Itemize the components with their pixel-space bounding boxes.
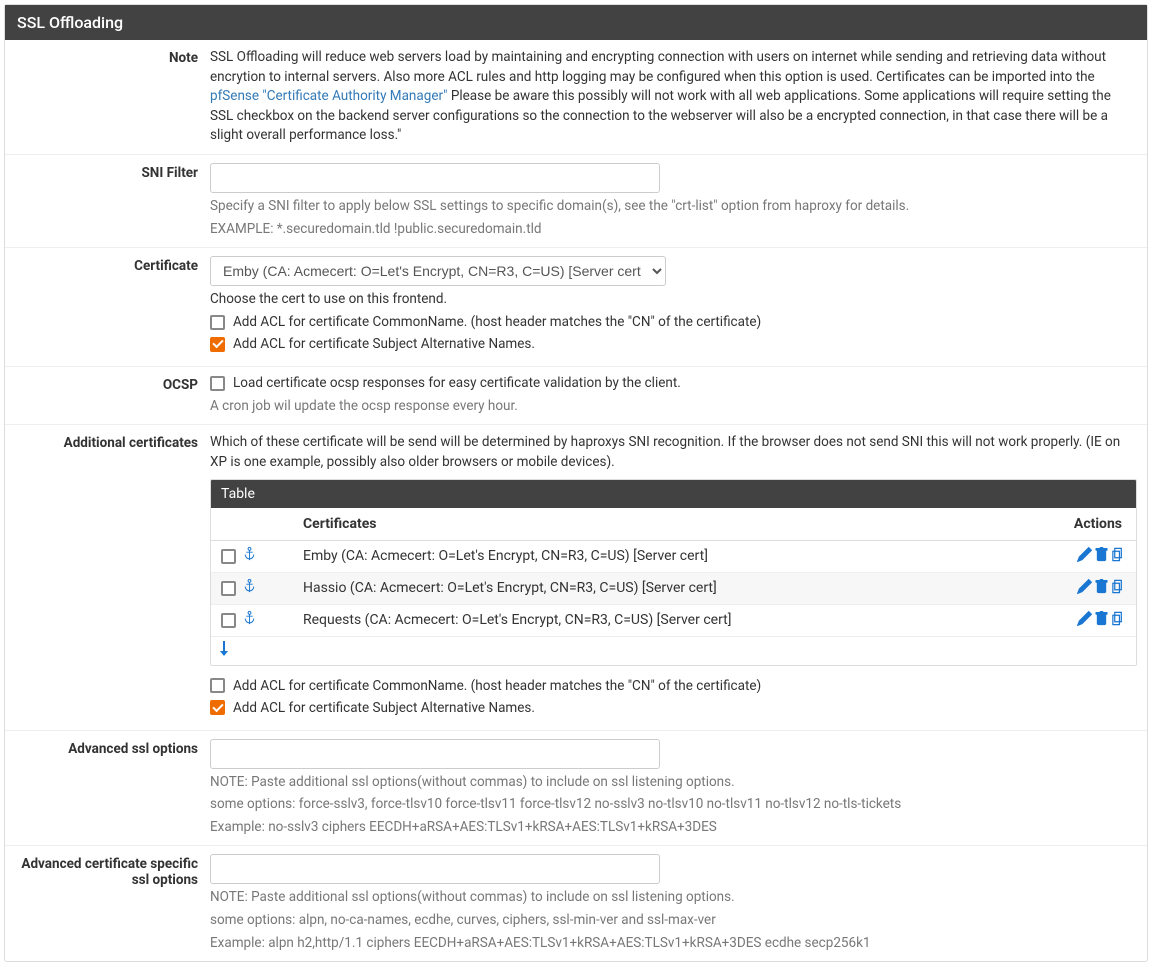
label-additional-certs: Additional certificates xyxy=(15,433,210,721)
addcerts-acl-cn-checkbox[interactable] xyxy=(210,678,225,693)
row-select-checkbox[interactable] xyxy=(221,613,236,628)
sni-help1: Specify a SNI filter to apply below SSL … xyxy=(210,197,1137,216)
addcerts-acl-cn-label: Add ACL for certificate CommonName. (hos… xyxy=(233,678,761,694)
adv-cert-ssl-input[interactable] xyxy=(210,854,660,884)
adv-ssl-help3: Example: no-sslv3 ciphers EECDH+aRSA+AES… xyxy=(210,818,1137,837)
col-blank xyxy=(211,508,293,541)
cert-acl-san-checkbox[interactable] xyxy=(210,337,225,352)
label-certificate: Certificate xyxy=(15,256,210,359)
adv-cert-ssl-help3: Example: alpn h2,http/1.1 ciphers EECDH+… xyxy=(210,934,1137,953)
ssl-offloading-panel: SSL Offloading Note SSL Offloading will … xyxy=(4,4,1148,962)
cert-manager-link[interactable]: pfSense "Certificate Authority Manager" xyxy=(210,88,447,104)
arrow-down-icon xyxy=(217,641,231,657)
trash-icon[interactable] xyxy=(1094,547,1109,566)
label-ocsp: OCSP xyxy=(15,375,210,416)
sni-help2: EXAMPLE: *.securedomain.tld !public.secu… xyxy=(210,220,1137,239)
row-select-checkbox[interactable] xyxy=(221,549,236,564)
adv-ssl-input[interactable] xyxy=(210,739,660,769)
trash-icon[interactable] xyxy=(1094,611,1109,630)
adv-cert-ssl-help2: some options: alpn, no-ca-names, ecdhe, … xyxy=(210,911,1137,930)
edit-icon[interactable] xyxy=(1077,547,1092,566)
edit-icon[interactable] xyxy=(1077,611,1092,630)
copy-icon[interactable] xyxy=(1111,579,1126,598)
addcerts-table-wrapper: Table Certificates Actions Emby (CA: Acm… xyxy=(210,479,1137,666)
anchor-icon[interactable] xyxy=(242,579,257,598)
adv-ssl-help1: NOTE: Paste additional ssl options(witho… xyxy=(210,773,1137,792)
ocsp-cb-label: Load certificate ocsp responses for easy… xyxy=(233,375,681,391)
cert-help: Choose the cert to use on this frontend. xyxy=(210,290,1137,309)
copy-icon[interactable] xyxy=(1111,547,1126,566)
addcerts-table-title: Table xyxy=(211,480,1136,508)
cert-name-cell: Hassio (CA: Acmecert: O=Let's Encrypt, C… xyxy=(293,572,1026,604)
addcerts-acl-san-checkbox[interactable] xyxy=(210,700,225,715)
row-ocsp: OCSP Load certificate ocsp responses for… xyxy=(5,367,1147,425)
copy-icon[interactable] xyxy=(1111,611,1126,630)
row-select-checkbox[interactable] xyxy=(221,581,236,596)
addcerts-acl-san-label: Add ACL for certificate Subject Alternat… xyxy=(233,700,535,716)
col-certificates: Certificates xyxy=(293,508,1026,541)
note-pre: SSL Offloading will reduce web servers l… xyxy=(210,49,1106,85)
cert-acl-cn-label: Add ACL for certificate CommonName. (hos… xyxy=(233,314,761,330)
anchor-icon[interactable] xyxy=(242,611,257,630)
label-sni-filter: SNI Filter xyxy=(15,163,210,239)
sni-filter-input[interactable] xyxy=(210,163,660,193)
note-content: SSL Offloading will reduce web servers l… xyxy=(210,48,1137,146)
addcerts-intro: Which of these certificate will be send … xyxy=(210,433,1137,472)
row-certificate: Certificate Emby (CA: Acmecert: O=Let's … xyxy=(5,248,1147,368)
adv-cert-ssl-help1: NOTE: Paste additional ssl options(witho… xyxy=(210,888,1137,907)
cert-acl-cn-checkbox[interactable] xyxy=(210,315,225,330)
cert-name-cell: Requests (CA: Acmecert: O=Let's Encrypt,… xyxy=(293,604,1026,636)
anchor-icon[interactable] xyxy=(242,547,257,566)
table-row: Emby (CA: Acmecert: O=Let's Encrypt, CN=… xyxy=(211,540,1136,572)
row-adv-ssl: Advanced ssl options NOTE: Paste additio… xyxy=(5,731,1147,847)
table-row: Requests (CA: Acmecert: O=Let's Encrypt,… xyxy=(211,604,1136,636)
cert-acl-san-label: Add ACL for certificate Subject Alternat… xyxy=(233,336,535,352)
ocsp-checkbox[interactable] xyxy=(210,376,225,391)
cert-name-cell: Emby (CA: Acmecert: O=Let's Encrypt, CN=… xyxy=(293,540,1026,572)
row-sni-filter: SNI Filter Specify a SNI filter to apply… xyxy=(5,155,1147,248)
ocsp-help: A cron job wil update the ocsp response … xyxy=(210,397,1137,416)
trash-icon[interactable] xyxy=(1094,579,1109,598)
adv-ssl-help2: some options: force-sslv3, force-tlsv10 … xyxy=(210,795,1137,814)
table-row: Hassio (CA: Acmecert: O=Let's Encrypt, C… xyxy=(211,572,1136,604)
row-additional-certs: Additional certificates Which of these c… xyxy=(5,425,1147,730)
label-note: Note xyxy=(15,48,210,146)
addcerts-table: Certificates Actions Emby (CA: Acmecert:… xyxy=(211,508,1136,637)
row-note: Note SSL Offloading will reduce web serv… xyxy=(5,40,1147,155)
panel-title: SSL Offloading xyxy=(5,5,1147,40)
col-actions: Actions xyxy=(1026,508,1136,541)
edit-icon[interactable] xyxy=(1077,579,1092,598)
addcerts-add-row[interactable] xyxy=(211,637,1136,665)
row-adv-cert-ssl: Advanced certificate specific ssl option… xyxy=(5,846,1147,961)
label-adv-cert-ssl: Advanced certificate specific ssl option… xyxy=(15,854,210,953)
label-adv-ssl: Advanced ssl options xyxy=(15,739,210,838)
certificate-select[interactable]: Emby (CA: Acmecert: O=Let's Encrypt, CN=… xyxy=(210,256,666,286)
